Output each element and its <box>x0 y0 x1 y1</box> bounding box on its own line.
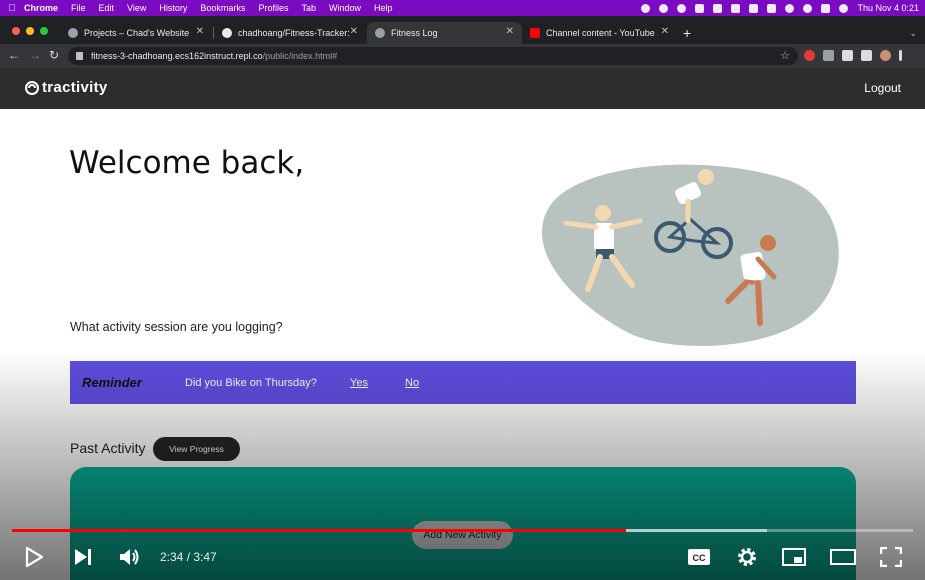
site-header: tractivity Logout <box>0 68 925 109</box>
more-menu-icon[interactable] <box>899 50 902 61</box>
time-display: 2:34 / 3:47 <box>160 550 217 564</box>
reminder-label: Reminder <box>82 375 142 390</box>
reload-icon[interactable]: ↻ <box>49 48 59 62</box>
activity-question: What activity session are you logging? <box>70 320 283 334</box>
avatar[interactable] <box>880 50 891 61</box>
apple-icon[interactable]:  <box>0 3 24 14</box>
status-area: Thu Nov 4 0:21 <box>641 0 919 16</box>
battery-icon[interactable] <box>749 3 759 13</box>
menu-help[interactable]: Help <box>374 3 393 13</box>
page-content: Welcome back, What activity session are … <box>0 109 925 580</box>
record-icon[interactable] <box>641 3 651 13</box>
view-progress-button[interactable]: View Progress <box>153 437 240 461</box>
tab-title: Projects – Chad's Website <box>84 28 190 38</box>
tab-fitness-log[interactable]: Fitness Log ✕ <box>367 22 522 44</box>
window-controls <box>12 27 48 35</box>
menu-file[interactable]: File <box>71 3 86 13</box>
reminder-yes-link[interactable]: Yes <box>350 377 368 389</box>
tab-strip: Projects – Chad's Website ✕ chadhoang/Fi… <box>0 16 925 44</box>
spotlight-search-icon[interactable] <box>803 3 813 13</box>
adblock-icon[interactable] <box>804 50 815 61</box>
logo-swirl-icon <box>25 80 39 95</box>
reminder-banner: Reminder Did you Bike on Thursday? Yes N… <box>70 361 856 404</box>
close-window-icon[interactable] <box>12 27 20 35</box>
siri-icon[interactable] <box>839 3 849 13</box>
svg-text:CC: CC <box>693 553 706 563</box>
captions-icon[interactable]: CC <box>687 548 711 566</box>
flag-icon[interactable] <box>731 3 741 13</box>
back-icon[interactable]: ← <box>8 48 20 62</box>
url-host: fitness-3-chadhoang.ecs162instruct.repl.… <box>91 51 263 61</box>
macos-menubar:  Chrome File Edit View History Bookmark… <box>0 0 925 16</box>
menu-tab[interactable]: Tab <box>301 3 316 13</box>
tab-title: chadhoang/Fitness-Tracker: W <box>238 28 350 38</box>
logout-link[interactable]: Logout <box>864 81 901 95</box>
tab-title: Channel content - YouTube Stu <box>546 28 658 38</box>
app-status-icon[interactable] <box>659 3 669 13</box>
tab-youtube-studio[interactable]: Channel content - YouTube Stu ✕ <box>522 22 677 44</box>
theater-mode-icon[interactable] <box>830 549 856 565</box>
url-path: /public/index.html# <box>262 51 338 61</box>
activity-illustration <box>541 164 839 346</box>
logo-text: tractivity <box>42 79 108 96</box>
github-icon <box>222 28 232 38</box>
wordpress-icon <box>68 28 78 38</box>
miniplayer-icon[interactable] <box>782 548 806 566</box>
past-activity-heading: Past Activity <box>70 440 146 456</box>
fullscreen-icon[interactable] <box>880 547 902 567</box>
reminder-question: Did you Bike on Thursday? <box>185 377 317 389</box>
wifi-icon[interactable] <box>785 3 795 13</box>
menu-view[interactable]: View <box>127 3 146 13</box>
close-tab-icon[interactable]: ✕ <box>196 26 204 37</box>
close-tab-icon[interactable]: ✕ <box>350 26 358 37</box>
tab-projects[interactable]: Projects – Chad's Website ✕ <box>60 22 212 44</box>
menu-edit[interactable]: Edit <box>99 3 115 13</box>
globe-icon <box>375 28 385 38</box>
menu-chrome[interactable]: Chrome <box>24 3 58 13</box>
reminder-no-link[interactable]: No <box>405 377 419 389</box>
tab-search-icon[interactable]: ⌄ <box>909 28 917 39</box>
settings-icon[interactable] <box>736 546 758 568</box>
zoom-window-icon[interactable] <box>40 27 48 35</box>
extension-icon[interactable] <box>823 50 834 61</box>
menu-window[interactable]: Window <box>329 3 361 13</box>
menu-profiles[interactable]: Profiles <box>258 3 288 13</box>
page-title: Welcome back, <box>69 145 305 181</box>
progress-bar[interactable] <box>12 529 913 532</box>
tab-title: Fitness Log <box>391 28 438 38</box>
next-icon[interactable] <box>73 548 93 566</box>
play-icon[interactable] <box>24 546 44 568</box>
played-bar <box>12 529 627 532</box>
lock-icon[interactable] <box>76 52 83 60</box>
new-tab-icon[interactable]: + <box>683 25 691 41</box>
player-controls: 2:34 / 3:47 CC <box>0 540 925 576</box>
browser-toolbar: ← → ↻ fitness-3-chadhoang.ecs162instruct… <box>0 44 925 68</box>
bed-icon[interactable] <box>695 3 705 13</box>
minimize-window-icon[interactable] <box>26 27 34 35</box>
extensions-area <box>804 50 902 61</box>
close-tab-icon[interactable]: ✕ <box>661 26 669 37</box>
address-bar[interactable]: fitness-3-chadhoang.ecs162instruct.repl.… <box>68 47 798 65</box>
bluetooth-icon[interactable] <box>767 3 777 13</box>
youtube-icon <box>530 28 540 38</box>
reading-list-icon[interactable] <box>861 50 872 61</box>
volume-icon[interactable] <box>119 547 141 567</box>
menu-bookmarks[interactable]: Bookmarks <box>200 3 245 13</box>
bluetooth-device-icon[interactable] <box>713 3 723 13</box>
play-status-icon[interactable] <box>677 3 687 13</box>
close-tab-icon[interactable]: ✕ <box>506 26 514 37</box>
menu-history[interactable]: History <box>159 3 187 13</box>
tab-github[interactable]: chadhoang/Fitness-Tracker: W ✕ <box>214 22 366 44</box>
control-center-icon[interactable] <box>821 3 831 13</box>
forward-icon[interactable]: → <box>29 48 41 62</box>
tractivity-logo[interactable]: tractivity <box>25 79 108 96</box>
puzzle-icon[interactable] <box>842 50 853 61</box>
clock[interactable]: Thu Nov 4 0:21 <box>857 3 919 13</box>
bookmark-star-icon[interactable]: ☆ <box>780 49 790 62</box>
